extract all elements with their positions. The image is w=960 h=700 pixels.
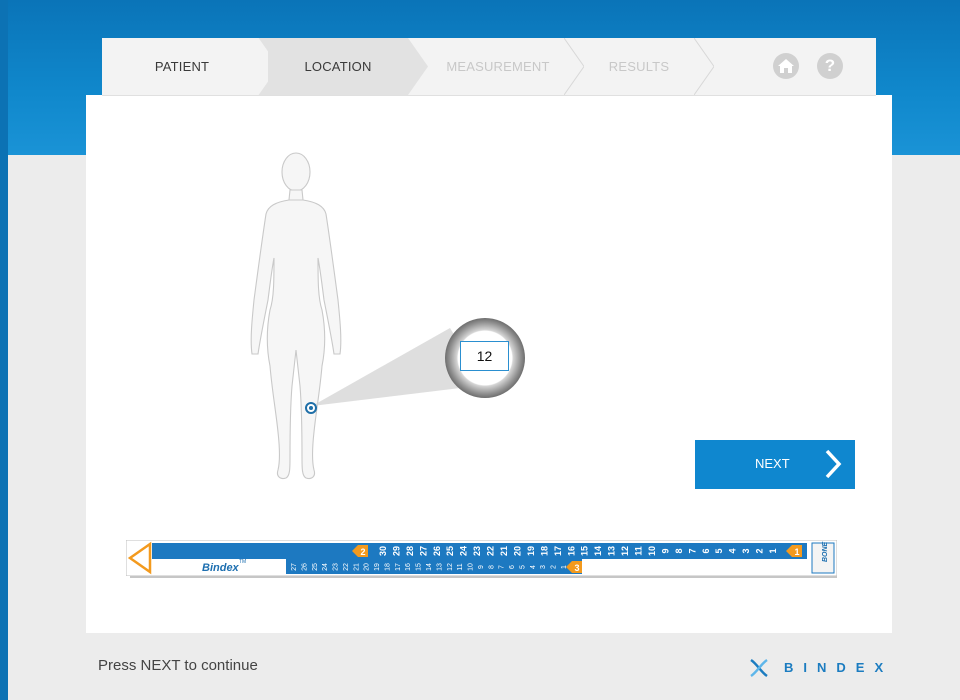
ruler-scale-number: 23 bbox=[472, 546, 482, 556]
ruler-scale-number: 16 bbox=[405, 563, 412, 571]
step-separator bbox=[564, 38, 584, 95]
footer-hint: Press NEXT to continue bbox=[98, 657, 258, 674]
ruler-scale-number: 7 bbox=[499, 565, 506, 569]
ruler-scale-number: 15 bbox=[416, 563, 423, 571]
ruler-marker-label: 1 bbox=[794, 547, 799, 557]
ruler-scale-number: 25 bbox=[312, 563, 319, 571]
home-icon[interactable] bbox=[773, 53, 799, 79]
step-separator bbox=[408, 38, 428, 95]
next-button-label: NEXT bbox=[755, 456, 790, 471]
measurement-site-marker-dot bbox=[309, 406, 313, 410]
ruler-scale-number: 5 bbox=[519, 565, 526, 569]
ruler-scale-number: 4 bbox=[530, 565, 537, 569]
measurement-site-value[interactable]: 12 bbox=[460, 341, 509, 371]
ruler-scale-number: 26 bbox=[432, 546, 442, 556]
ruler-scale-number: 23 bbox=[333, 563, 340, 571]
step-results[interactable]: RESULTS bbox=[584, 38, 694, 95]
ruler-scale-number: 8 bbox=[488, 565, 495, 569]
ruler-scale-number: 25 bbox=[445, 546, 455, 556]
help-icon[interactable]: ? bbox=[817, 53, 843, 79]
step-measurement-label: MEASUREMENT bbox=[446, 59, 550, 74]
ruler-scale-number: 18 bbox=[539, 546, 549, 556]
ruler-scale-number: 7 bbox=[687, 548, 697, 553]
ruler-scale-number: 6 bbox=[701, 548, 711, 553]
ruler-scale-number: 28 bbox=[405, 546, 415, 556]
ruler-scale-number: 30 bbox=[378, 546, 388, 556]
ruler-scale-number: 12 bbox=[620, 546, 630, 556]
ruler-scale-number: 24 bbox=[322, 563, 329, 571]
brand-logo: BINDEX bbox=[748, 658, 883, 678]
bindex-logo-icon bbox=[750, 658, 768, 678]
ruler-scale-number: 27 bbox=[291, 563, 298, 571]
ruler-marker-label: 3 bbox=[574, 563, 579, 573]
ruler-scale-number: 2 bbox=[551, 565, 558, 569]
ruler-scale-number: 14 bbox=[593, 546, 603, 556]
ruler-scale-number: 13 bbox=[436, 563, 443, 571]
help-glyph: ? bbox=[824, 56, 836, 75]
ruler-scale-number: 9 bbox=[478, 565, 485, 569]
ruler-scale-number: 17 bbox=[395, 563, 402, 571]
ruler-scale-number: 5 bbox=[714, 548, 724, 553]
ruler-scale-number: 8 bbox=[674, 548, 684, 553]
ruler-scale-number: 17 bbox=[553, 546, 563, 556]
progress-stepper: PATIENT LOCATION MEASUREMENT RESULTS bbox=[102, 38, 876, 96]
app-frame: PATIENT LOCATION MEASUREMENT RESULTS ? 1… bbox=[0, 0, 960, 700]
ruler-scale-number: 16 bbox=[566, 546, 576, 556]
ruler-scale-number: 10 bbox=[647, 546, 657, 556]
ruler-scale-number: 6 bbox=[509, 565, 516, 569]
ruler-scale-number: 19 bbox=[374, 563, 381, 571]
ruler-scale-number: 21 bbox=[499, 546, 509, 556]
ruler-trademark: TM bbox=[239, 559, 246, 565]
ruler-scale-number: 2 bbox=[755, 548, 765, 553]
ruler-scale-number: 11 bbox=[634, 546, 644, 556]
ruler-scale-number: 15 bbox=[580, 546, 590, 556]
ruler-scale-number: 22 bbox=[486, 546, 496, 556]
step-patient-label: PATIENT bbox=[154, 59, 210, 74]
ruler-scale-number: 26 bbox=[301, 563, 308, 571]
ruler-scale-number: 27 bbox=[418, 546, 428, 556]
brand-wordmark: BINDEX bbox=[784, 660, 894, 675]
ruler-scale-number: 3 bbox=[741, 548, 751, 553]
ruler-scale-number: 12 bbox=[447, 563, 454, 571]
step-patient[interactable]: PATIENT bbox=[102, 38, 262, 95]
ruler-scale-number: 14 bbox=[426, 563, 433, 571]
ruler-scale-number: 10 bbox=[468, 563, 475, 571]
ruler-scale-number: 4 bbox=[728, 548, 738, 553]
ruler-scale-number: 24 bbox=[459, 546, 469, 556]
ruler-scale-number: 20 bbox=[364, 563, 371, 571]
window-edge bbox=[0, 0, 8, 700]
ruler-scale-number: 3 bbox=[540, 565, 547, 569]
ruler-scale-number: 22 bbox=[343, 563, 350, 571]
ruler-scale-number: 20 bbox=[512, 546, 522, 556]
ruler-marker-label: 2 bbox=[360, 547, 365, 557]
ruler-scale-number: 19 bbox=[526, 546, 536, 556]
ruler-brand-label: Bindex bbox=[202, 562, 240, 574]
ruler-scale-number: 29 bbox=[391, 546, 401, 556]
ruler-scale-number: 9 bbox=[660, 548, 670, 553]
bindex-ruler: 1234567891011121314151617181920212223242… bbox=[126, 540, 837, 576]
chevron-right-icon bbox=[825, 449, 842, 479]
step-location[interactable]: LOCATION bbox=[268, 38, 408, 95]
ruler-scale-number: 1 bbox=[768, 548, 778, 553]
step-location-label: LOCATION bbox=[304, 59, 372, 74]
ruler-scale-number: 13 bbox=[607, 546, 617, 556]
step-separator bbox=[694, 38, 714, 95]
ruler-scale-number: 18 bbox=[384, 563, 391, 571]
next-button[interactable]: NEXT bbox=[695, 440, 855, 489]
ruler-scale-number: 11 bbox=[457, 563, 464, 570]
step-results-label: RESULTS bbox=[608, 59, 670, 74]
step-measurement[interactable]: MEASUREMENT bbox=[428, 38, 568, 95]
ruler-scale-number: 21 bbox=[353, 563, 360, 571]
ruler-side-label: BONE bbox=[822, 541, 829, 562]
